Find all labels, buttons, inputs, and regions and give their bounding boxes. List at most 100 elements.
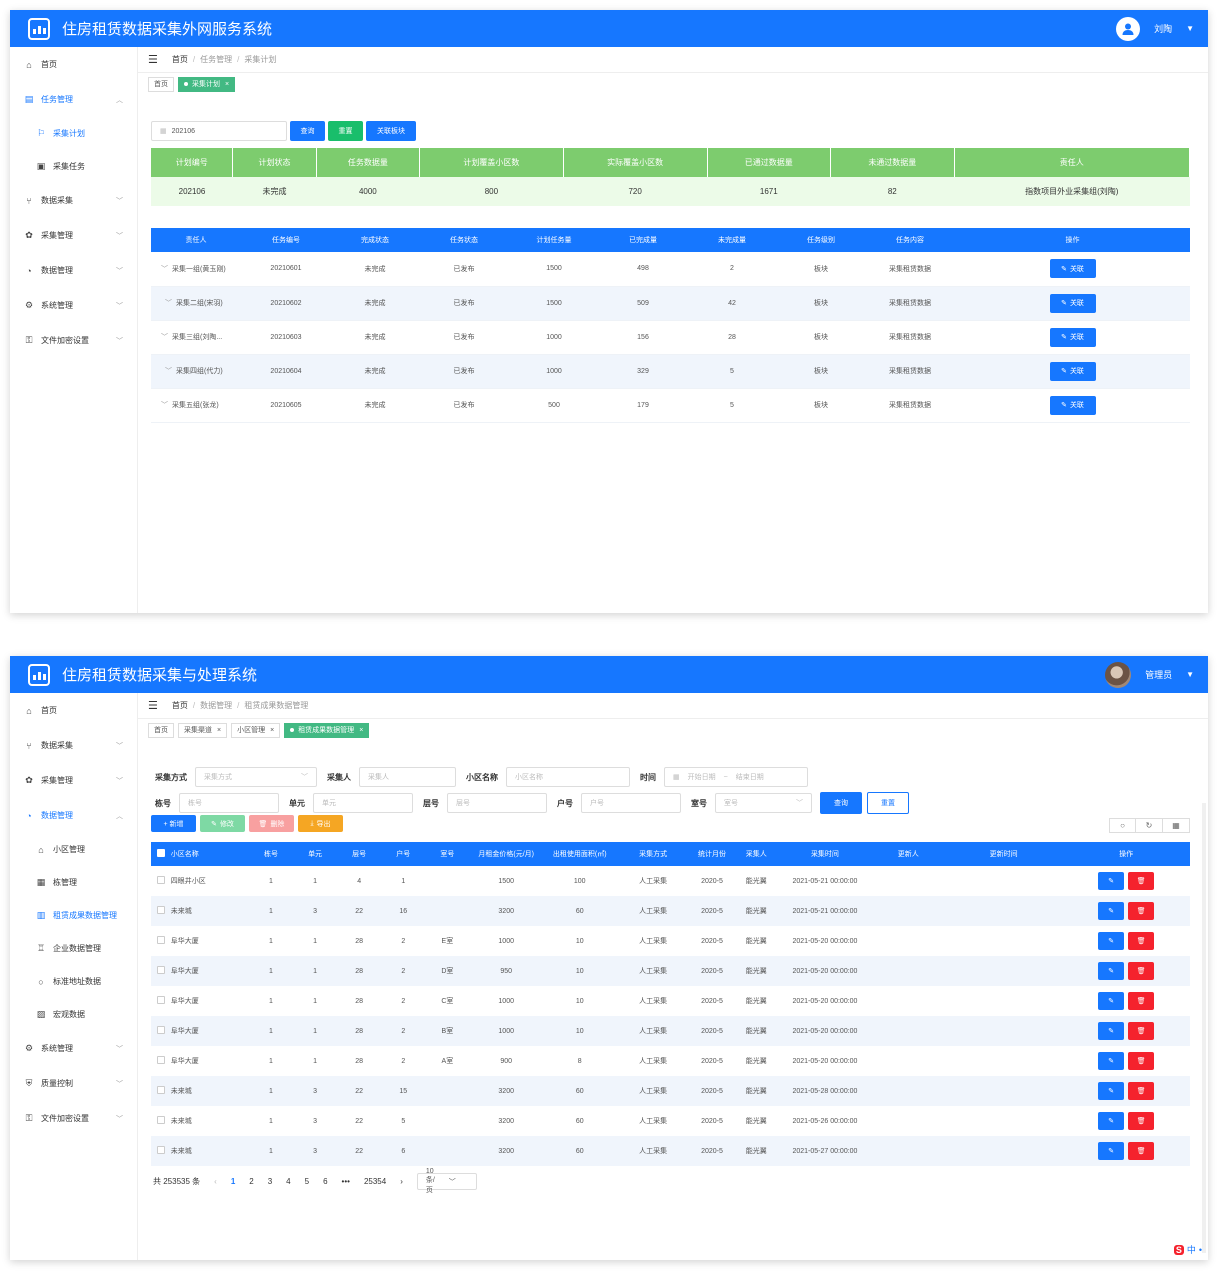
table-row[interactable]: 未来城 1 3 22 6 3200 60 人工采集 2020-5 能光翼 2021-05-27 00… xyxy=(151,1136,1190,1166)
row-checkbox[interactable] xyxy=(151,1046,171,1076)
link-button[interactable]: ✎ 关联 xyxy=(1049,293,1096,313)
query-button[interactable]: 查询 xyxy=(820,792,862,814)
avatar[interactable] xyxy=(1105,661,1132,688)
select-all-checkbox[interactable] xyxy=(151,842,171,866)
sidebar-item[interactable]: ✿ 采集管理 ﹀ xyxy=(10,763,137,798)
ime-indicator[interactable]: S 中 • xyxy=(1173,1243,1202,1256)
add-button[interactable]: + 新增 xyxy=(151,815,196,832)
edit-icon[interactable]: ✎ xyxy=(1098,1082,1125,1100)
date-range-picker[interactable]: ▦ 开始日期 ~ 结束日期 xyxy=(664,767,808,787)
floor-input[interactable]: 层号 xyxy=(447,793,547,813)
sidebar-item[interactable]: ⚿ 文件加密设置 ﹀ xyxy=(10,323,137,358)
sidebar-item[interactable]: ▥ 租赁成果数据管理 xyxy=(10,899,137,932)
edit-icon[interactable]: ✎ xyxy=(1098,992,1125,1010)
table-row[interactable]: 阜华大厦 1 1 28 2 B室 1000 10 人工采集 2020-5 能光翼 2021-05-20… xyxy=(151,1016,1190,1046)
row-checkbox[interactable] xyxy=(151,1106,171,1136)
next-page-icon[interactable]: › xyxy=(400,1177,403,1186)
community-input[interactable]: 小区名称 xyxy=(506,767,630,787)
tab-home[interactable]: 首页 xyxy=(148,722,174,738)
sidebar-item[interactable]: ⚿ 文件加密设置 ﹀ xyxy=(10,1101,137,1136)
tab-community[interactable]: 小区管理 × xyxy=(231,722,281,738)
page-size-select[interactable]: 10条/页 ﹀ xyxy=(416,1168,477,1194)
delete-button[interactable]: 🗑 删除 xyxy=(249,815,294,832)
sidebar-item[interactable]: ♖ 企业数据管理 xyxy=(10,932,137,965)
page-3[interactable]: 3 xyxy=(268,1177,272,1186)
edit-icon[interactable]: ✎ xyxy=(1098,962,1125,980)
row-checkbox[interactable] xyxy=(151,1016,171,1046)
mode-select[interactable]: 采集方式 ﹀ xyxy=(195,767,317,787)
row-checkbox[interactable] xyxy=(151,896,171,926)
tab-rental[interactable]: 租赁成果数据管理 × xyxy=(284,722,370,738)
user-icon[interactable] xyxy=(1116,16,1141,41)
page-last[interactable]: 25354 xyxy=(364,1177,386,1186)
link-block-button[interactable]: 关联板块 xyxy=(366,121,416,141)
table-row[interactable]: ﹀ 采集一组(黄玉刚) 20210601 未完成 已发布 1500 498 2 板块 采集租赁数据… xyxy=(151,252,1190,287)
sidebar-item[interactable]: ◔ 数据管理 ︿ xyxy=(10,798,137,833)
sidebar-item[interactable]: ⚙ 系统管理 ﹀ xyxy=(10,1031,137,1066)
table-row[interactable]: ﹀ 采集二组(宋羽) 20210602 未完成 已发布 1500 509 42 板块 采集租赁数据… xyxy=(151,286,1190,321)
sidebar-item[interactable]: ⛨ 质量控制 ﹀ xyxy=(10,1066,137,1101)
scrollbar[interactable] xyxy=(1202,803,1206,1253)
refresh-icon[interactable]: ↻ xyxy=(1136,818,1163,833)
reset-button[interactable]: 重置 xyxy=(328,121,363,141)
expand-icon[interactable]: ﹀ xyxy=(165,300,172,307)
menu-fold-icon[interactable]: ☰ xyxy=(148,53,158,66)
sidebar-item[interactable]: ▨ 宏观数据 xyxy=(10,998,137,1031)
menu-fold-icon[interactable]: ☰ xyxy=(148,699,158,712)
edit-icon[interactable]: ✎ xyxy=(1098,872,1125,890)
caret-down-icon[interactable]: ▼ xyxy=(1186,670,1194,679)
edit-icon[interactable]: ✎ xyxy=(1098,902,1125,920)
table-row[interactable]: 四眼井小区 1 1 4 1 1500 100 人工采集 2020-5 能光翼 2021-05-21 … xyxy=(151,866,1190,896)
prev-page-icon[interactable]: ‹ xyxy=(214,1177,217,1186)
edit-icon[interactable]: ✎ xyxy=(1098,932,1125,950)
trash-icon[interactable]: 🗑 xyxy=(1128,1112,1155,1130)
row-checkbox[interactable] xyxy=(151,956,171,986)
trash-icon[interactable]: 🗑 xyxy=(1128,1052,1155,1070)
sidebar-item[interactable]: ⌂ 首页 xyxy=(10,47,137,82)
crumb-home[interactable]: 首页 xyxy=(172,54,188,65)
sidebar-item[interactable]: ⚐ 采集计划 xyxy=(10,117,137,150)
row-checkbox[interactable] xyxy=(151,926,171,956)
expand-icon[interactable]: ﹀ xyxy=(161,334,168,341)
search-icon[interactable]: ○ xyxy=(1109,818,1136,833)
row-checkbox[interactable] xyxy=(151,1136,171,1166)
table-row[interactable]: 未来城 1 3 22 5 3200 60 人工采集 2020-5 能光翼 2021-05-26 00… xyxy=(151,1106,1190,1136)
row-checkbox[interactable] xyxy=(151,986,171,1016)
trash-icon[interactable]: 🗑 xyxy=(1128,992,1155,1010)
expand-icon[interactable]: ﹀ xyxy=(161,266,168,273)
link-button[interactable]: ✎ 关联 xyxy=(1049,361,1096,381)
page-6[interactable]: 6 xyxy=(323,1177,327,1186)
close-icon[interactable]: × xyxy=(270,727,274,734)
month-picker[interactable]: ▦ 202106 xyxy=(151,121,287,141)
table-row[interactable]: 阜华大厦 1 1 28 2 D室 950 10 人工采集 2020-5 能光翼 2021-05-20 … xyxy=(151,956,1190,986)
crumb-task[interactable]: 任务管理 xyxy=(200,54,232,65)
door-input[interactable]: 户号 xyxy=(581,793,681,813)
sidebar-item[interactable]: ○ 标准地址数据 xyxy=(10,965,137,998)
table-row[interactable]: ﹀ 采集三组(刘陶... 20210603 未完成 已发布 1000 156 28 板块 采集租赁… xyxy=(151,320,1190,355)
page-2[interactable]: 2 xyxy=(249,1177,253,1186)
page-5[interactable]: 5 xyxy=(305,1177,309,1186)
edit-icon[interactable]: ✎ xyxy=(1098,1142,1125,1160)
crumb-home[interactable]: 首页 xyxy=(172,700,188,711)
table-row[interactable]: 阜华大厦 1 1 28 2 A室 900 8 人工采集 2020-5 能光翼 2021-05-20 0… xyxy=(151,1046,1190,1076)
export-button[interactable]: ⤓ 导出 xyxy=(298,815,343,832)
expand-icon[interactable]: ﹀ xyxy=(161,402,168,409)
collector-input[interactable]: 采集人 xyxy=(359,767,456,787)
crumb-data[interactable]: 数据管理 xyxy=(200,700,232,711)
sidebar-item[interactable]: ▦ 栋管理 xyxy=(10,866,137,899)
table-row[interactable]: 阜华大厦 1 1 28 2 C室 1000 10 人工采集 2020-5 能光翼 2021-05-20… xyxy=(151,986,1190,1016)
link-button[interactable]: ✎ 关联 xyxy=(1049,327,1096,347)
caret-down-icon[interactable]: ▼ xyxy=(1186,24,1194,33)
sidebar-item[interactable]: ⑂ 数据采集 ﹀ xyxy=(10,183,137,218)
page-1[interactable]: 1 xyxy=(231,1177,235,1186)
trash-icon[interactable]: 🗑 xyxy=(1128,902,1155,920)
trash-icon[interactable]: 🗑 xyxy=(1128,1022,1155,1040)
sidebar-item[interactable]: ⚙ 系统管理 ﹀ xyxy=(10,288,137,323)
page-4[interactable]: 4 xyxy=(286,1177,290,1186)
sidebar-item[interactable]: ▣ 采集任务 xyxy=(10,150,137,183)
trash-icon[interactable]: 🗑 xyxy=(1128,872,1155,890)
table-row[interactable]: 阜华大厦 1 1 28 2 E室 1000 10 人工采集 2020-5 能光翼 2021-05-20… xyxy=(151,926,1190,956)
trash-icon[interactable]: 🗑 xyxy=(1128,962,1155,980)
sidebar-item[interactable]: ◔ 数据管理 ﹀ xyxy=(10,253,137,288)
building-input[interactable]: 栋号 xyxy=(179,793,279,813)
